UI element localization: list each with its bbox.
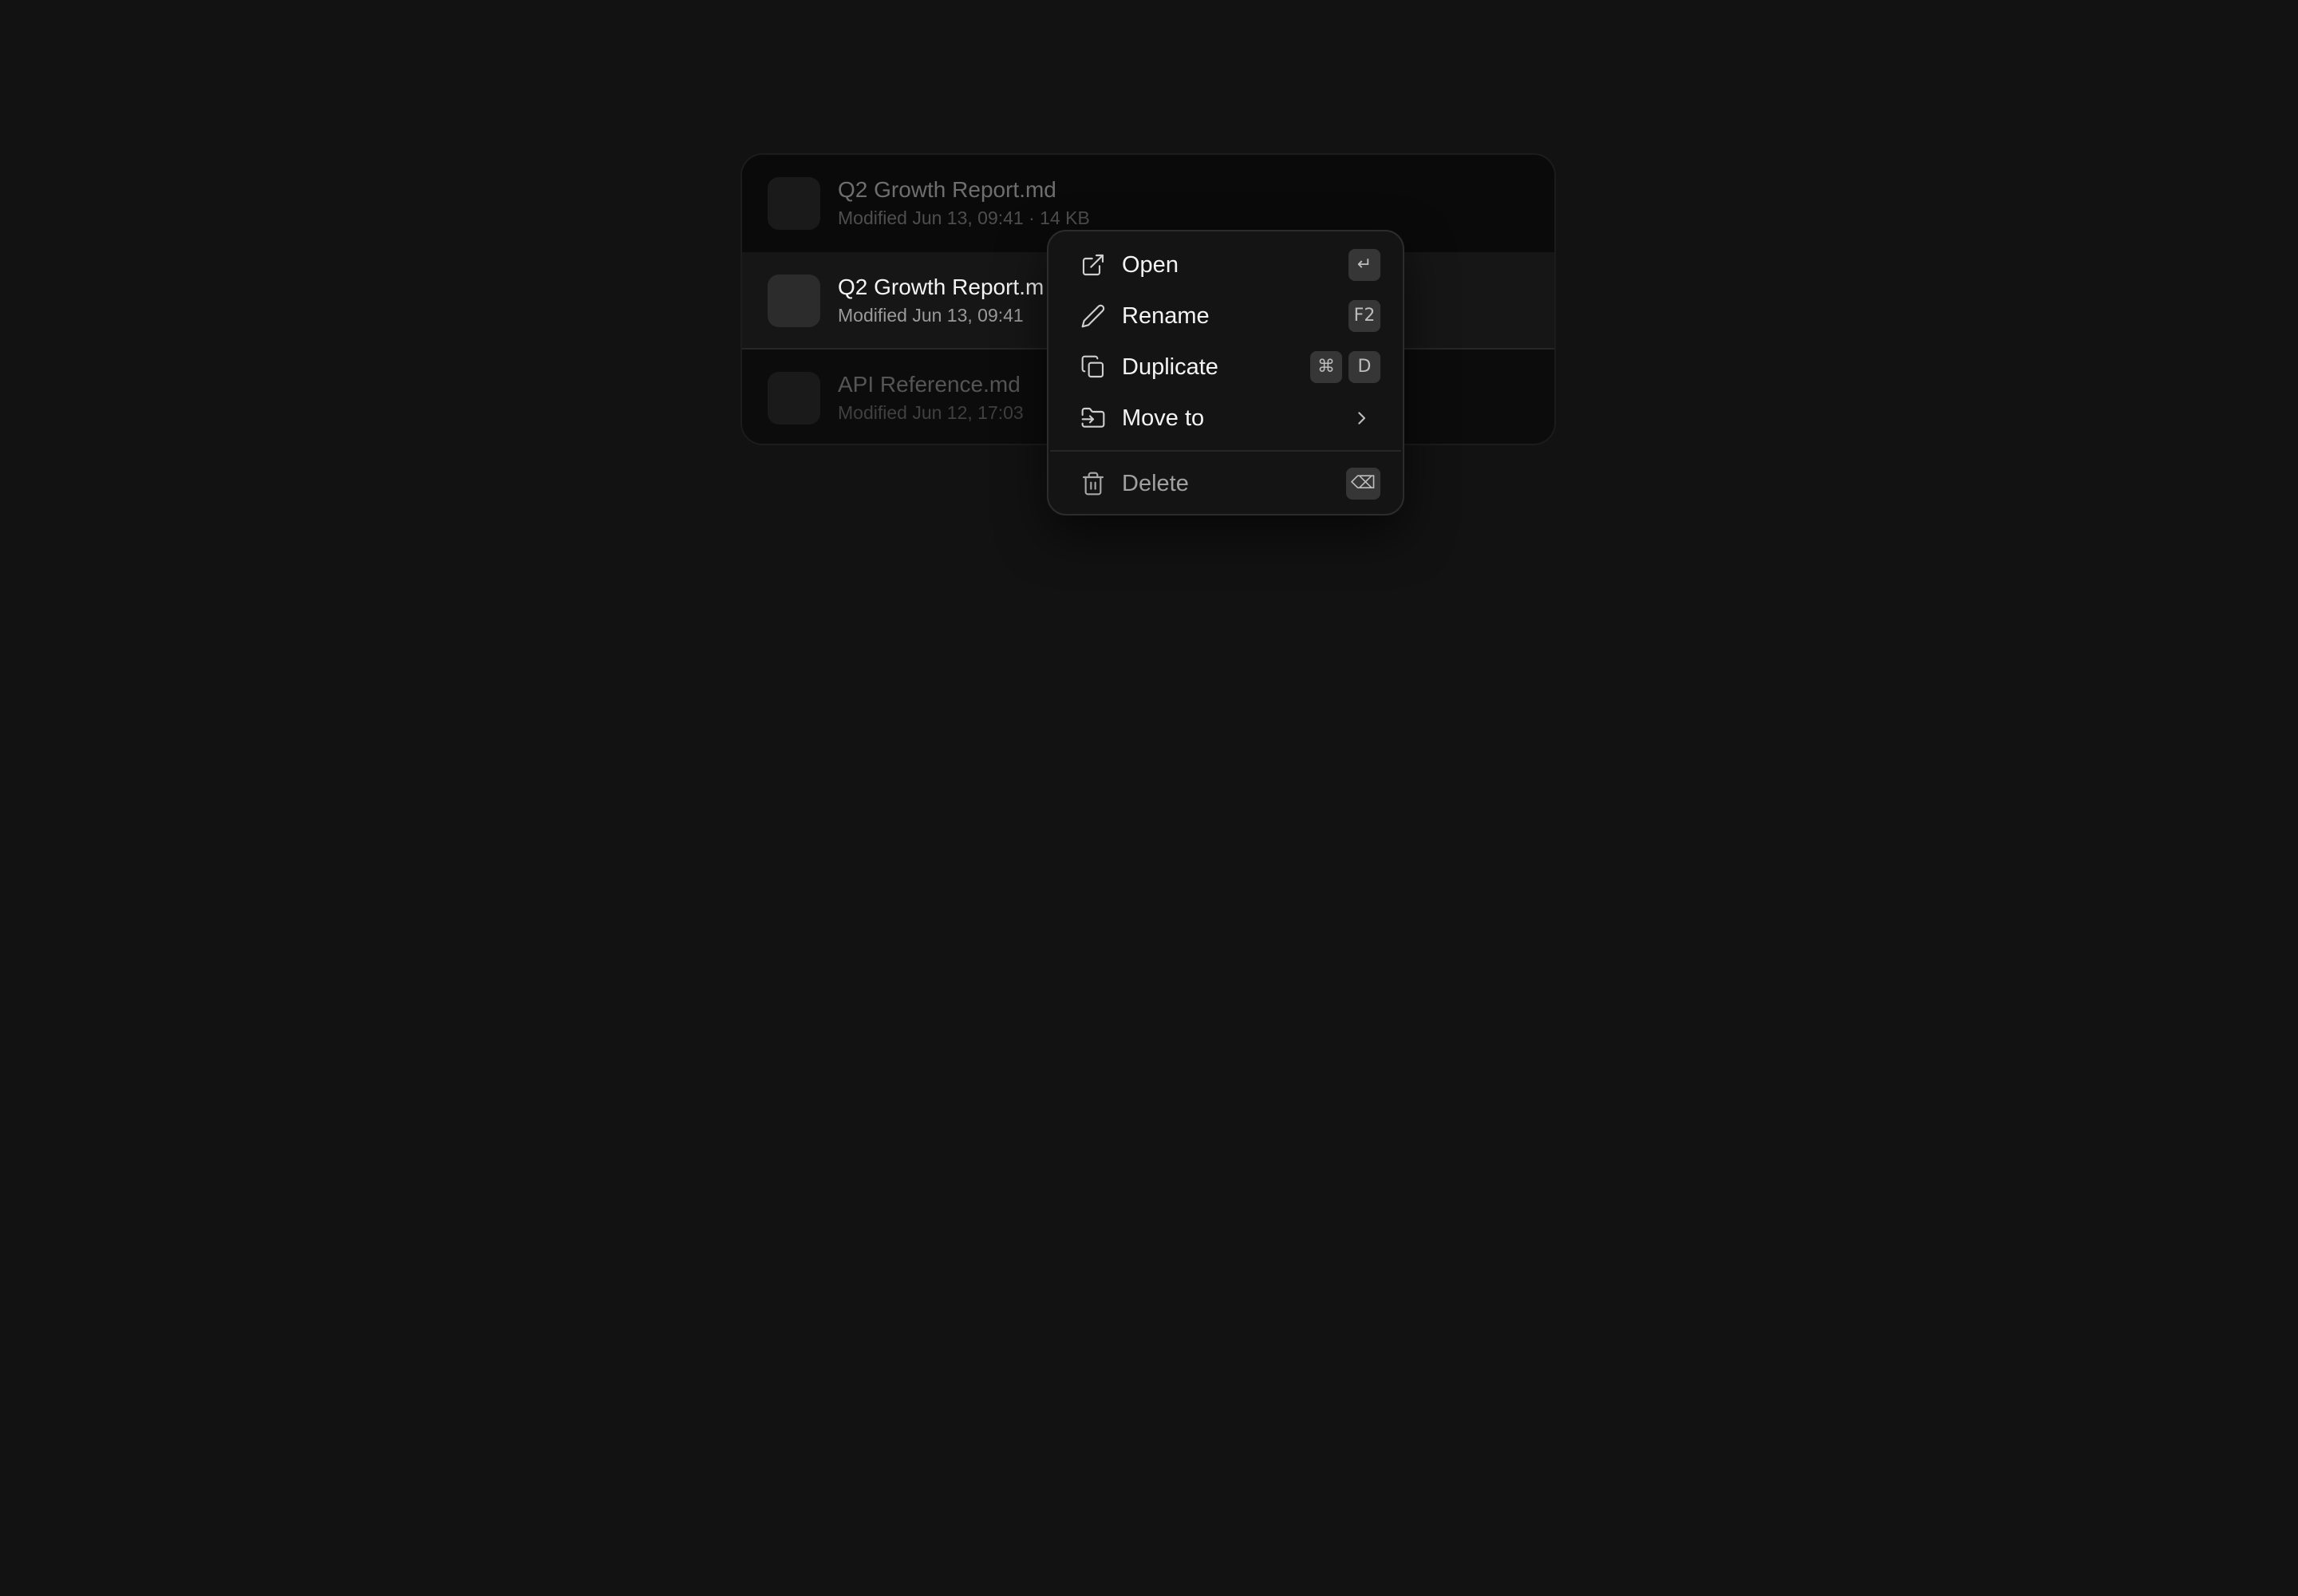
- context-menu: Open ↵ Rename F2 Duplicate ⌘ D Move to D…: [1047, 230, 1404, 516]
- menu-item-label: Move to: [1122, 405, 1205, 431]
- file-thumbnail: [768, 275, 820, 327]
- menu-item-label: Rename: [1122, 303, 1210, 329]
- menu-item-label: Delete: [1122, 471, 1189, 496]
- menu-item-open[interactable]: Open ↵: [1056, 241, 1395, 289]
- file-name: Q2 Growth Report.md: [838, 177, 1056, 202]
- external-link-icon: [1080, 252, 1106, 278]
- chevron-right-icon: [1348, 405, 1374, 431]
- file-meta: Modified Jun 13, 09:41 · 14 KB: [838, 207, 1090, 228]
- shortcut-d: D: [1348, 351, 1380, 383]
- folder-move-icon: [1080, 405, 1106, 431]
- trash-icon: [1080, 471, 1106, 496]
- shortcut-f2: F2: [1348, 300, 1380, 332]
- file-thumbnail: [768, 177, 820, 230]
- file-meta: Modified Jun 13, 09:41: [838, 305, 1024, 326]
- file-name: Q2 Growth Report.m: [838, 275, 1044, 299]
- copy-icon: [1080, 354, 1106, 380]
- pencil-icon: [1080, 303, 1106, 329]
- menu-item-delete[interactable]: Delete ⌫: [1056, 460, 1395, 508]
- menu-item-move-to[interactable]: Move to: [1056, 394, 1395, 442]
- shortcut-backspace: ⌫: [1345, 468, 1380, 500]
- file-name: API Reference.md: [838, 372, 1021, 397]
- file-meta: Modified Jun 12, 17:03: [838, 402, 1024, 423]
- menu-item-rename[interactable]: Rename F2: [1056, 292, 1395, 340]
- shortcut-cmd: ⌘: [1310, 351, 1342, 383]
- shortcut-enter: ↵: [1348, 249, 1380, 281]
- menu-item-duplicate[interactable]: Duplicate ⌘ D: [1056, 343, 1395, 391]
- menu-item-label: Duplicate: [1122, 354, 1218, 380]
- menu-divider: [1050, 450, 1401, 452]
- menu-item-label: Open: [1122, 252, 1179, 278]
- file-thumbnail: [768, 372, 820, 425]
